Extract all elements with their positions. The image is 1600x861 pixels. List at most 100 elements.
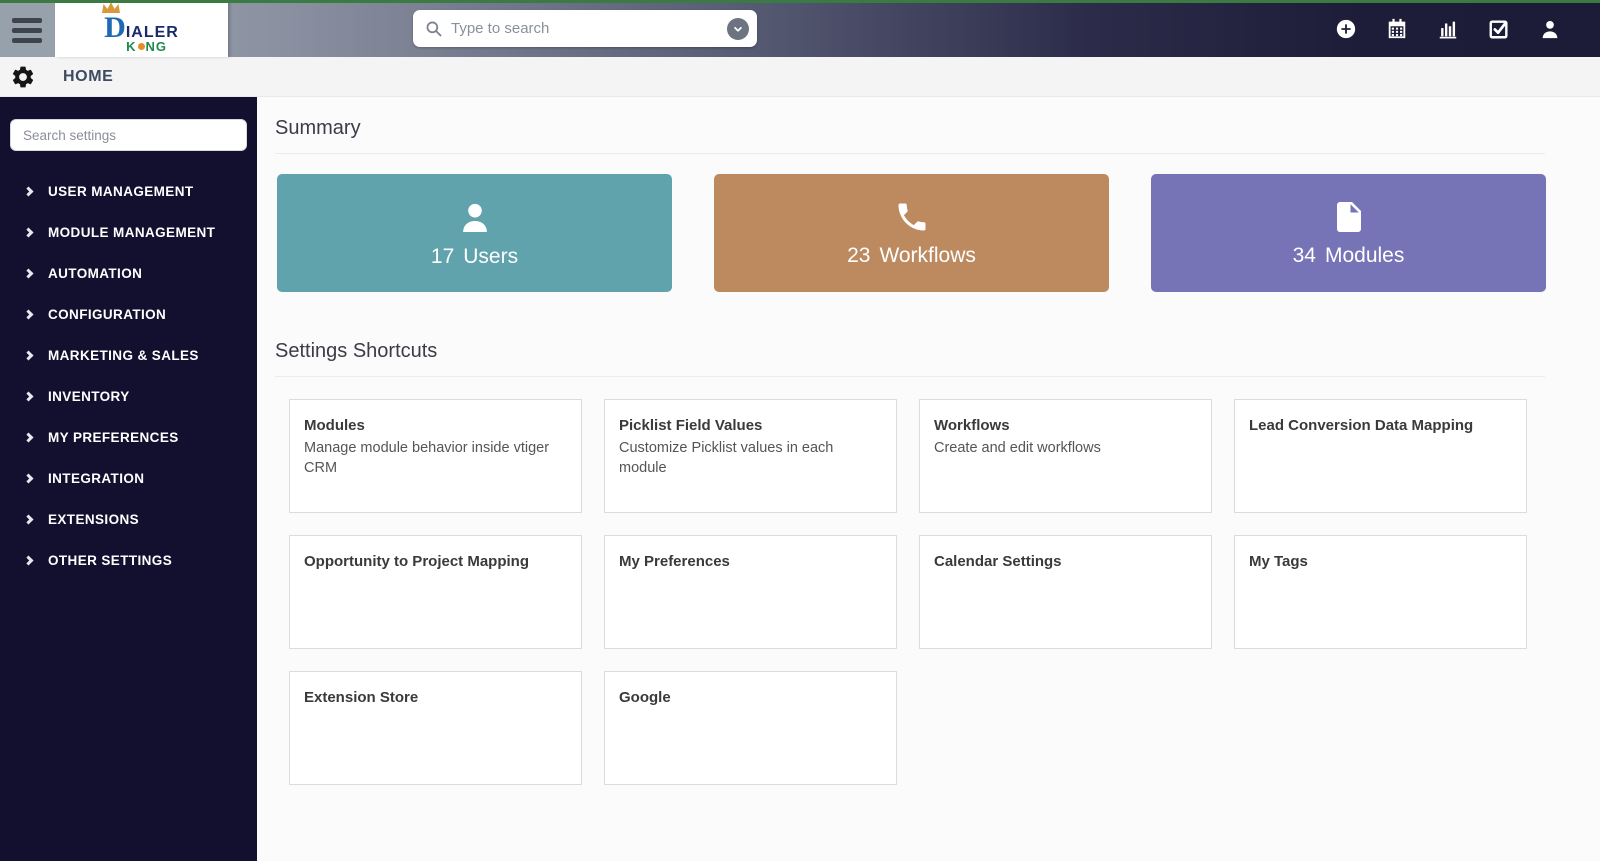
add-icon [1335, 18, 1357, 40]
chevron-down-icon [731, 22, 745, 36]
chart-icon [1437, 18, 1459, 40]
users-label: Users [463, 245, 518, 269]
chevron-right-icon [24, 228, 34, 238]
workflows-label: Workflows [879, 244, 975, 268]
shortcut-title: Lead Conversion Data Mapping [1249, 417, 1512, 434]
shortcut-card-calendar-settings[interactable]: Calendar Settings [919, 535, 1212, 649]
users-summary-label: 17 Users [431, 245, 518, 269]
shortcut-card-modules[interactable]: Modules Manage module behavior inside vt… [289, 399, 582, 513]
logo-letter-d: D [104, 13, 126, 43]
workflows-summary-label: 23 Workflows [847, 244, 976, 268]
breadcrumb-home[interactable]: HOME [63, 68, 113, 86]
user-icon [456, 198, 494, 236]
sidebar-item-label: CONFIGURATION [48, 307, 166, 322]
shortcut-title: Opportunity to Project Mapping [304, 553, 567, 570]
modules-label: Modules [1325, 244, 1404, 268]
shortcut-title: Google [619, 689, 882, 706]
hamburger-menu-icon[interactable] [0, 3, 54, 57]
shortcut-card-my-preferences[interactable]: My Preferences [604, 535, 897, 649]
main-content: Summary 17 Users 23 Workflo [257, 97, 1600, 861]
user-icon [1539, 18, 1561, 40]
breadcrumb-bar: HOME [0, 57, 1600, 97]
tasks-button[interactable] [1487, 17, 1511, 41]
sidebar-item-label: MODULE MANAGEMENT [48, 225, 215, 240]
chevron-right-icon [24, 556, 34, 566]
workflows-summary-card[interactable]: 23 Workflows [714, 174, 1109, 292]
modules-summary-card[interactable]: 34 Modules [1151, 174, 1546, 292]
sidebar-item-inventory[interactable]: INVENTORY [0, 376, 257, 417]
sidebar-item-my-preferences[interactable]: MY PREFERENCES [0, 417, 257, 458]
summary-heading: Summary [275, 117, 1582, 140]
sidebar-item-label: INVENTORY [48, 389, 130, 404]
workflows-count: 23 [847, 244, 870, 268]
shortcut-title: Picklist Field Values [619, 417, 882, 434]
tasks-icon [1488, 18, 1510, 40]
file-icon [1331, 199, 1367, 235]
quick-create-button[interactable] [1334, 17, 1358, 41]
chevron-right-icon [24, 515, 34, 525]
shortcut-title: Extension Store [304, 689, 567, 706]
global-search [413, 10, 757, 47]
search-input[interactable] [451, 20, 727, 37]
gear-icon [10, 64, 36, 90]
shortcuts-heading: Settings Shortcuts [275, 340, 1582, 363]
settings-menu: USER MANAGEMENT MODULE MANAGEMENT AUTOMA… [0, 171, 257, 581]
brand-logo[interactable]: DIALER KNG [55, 0, 228, 57]
shortcut-card-opportunity-to-project-mapping[interactable]: Opportunity to Project Mapping [289, 535, 582, 649]
shortcut-card-my-tags[interactable]: My Tags [1234, 535, 1527, 649]
profile-button[interactable] [1538, 17, 1562, 41]
shortcut-card-google[interactable]: Google [604, 671, 897, 785]
summary-cards: 17 Users 23 Workflows 34 [277, 174, 1582, 292]
divider [275, 153, 1545, 154]
logo-text-ng: NG [146, 40, 168, 53]
shortcut-card-picklist-field-values[interactable]: Picklist Field Values Customize Picklist… [604, 399, 897, 513]
shortcut-title: Workflows [934, 417, 1197, 434]
top-accent-strip [0, 0, 1600, 3]
shortcut-title: Calendar Settings [934, 553, 1197, 570]
calendar-button[interactable] [1385, 17, 1409, 41]
logo-text-k: K [126, 40, 136, 53]
top-bar: DIALER KNG [0, 0, 1600, 57]
chevron-right-icon [24, 392, 34, 402]
shortcut-title: My Tags [1249, 553, 1512, 570]
shortcut-desc: Customize Picklist values in each module [619, 439, 882, 478]
shortcut-desc: Create and edit workflows [934, 439, 1197, 459]
shortcut-card-lead-conversion-data-mapping[interactable]: Lead Conversion Data Mapping [1234, 399, 1527, 513]
sidebar-item-user-management[interactable]: USER MANAGEMENT [0, 171, 257, 212]
sidebar-item-configuration[interactable]: CONFIGURATION [0, 294, 257, 335]
users-count: 17 [431, 245, 454, 269]
settings-search-input[interactable] [10, 119, 247, 151]
chevron-right-icon [24, 433, 34, 443]
sidebar-item-label: AUTOMATION [48, 266, 142, 281]
modules-count: 34 [1293, 244, 1316, 268]
calendar-icon [1386, 18, 1408, 40]
settings-gear-button[interactable] [10, 64, 36, 90]
sidebar-item-label: USER MANAGEMENT [48, 184, 194, 199]
sidebar-item-other-settings[interactable]: OTHER SETTINGS [0, 540, 257, 581]
reports-button[interactable] [1436, 17, 1460, 41]
sidebar-item-automation[interactable]: AUTOMATION [0, 253, 257, 294]
shortcut-card-extension-store[interactable]: Extension Store [289, 671, 582, 785]
sidebar-item-module-management[interactable]: MODULE MANAGEMENT [0, 212, 257, 253]
sidebar-item-label: OTHER SETTINGS [48, 553, 172, 568]
sidebar-item-label: EXTENSIONS [48, 512, 139, 527]
divider [275, 376, 1545, 377]
sidebar-item-label: MARKETING & SALES [48, 348, 199, 363]
chevron-right-icon [24, 474, 34, 484]
shortcut-card-workflows[interactable]: Workflows Create and edit workflows [919, 399, 1212, 513]
sidebar-item-marketing-sales[interactable]: MARKETING & SALES [0, 335, 257, 376]
shortcut-cards: Modules Manage module behavior inside vt… [289, 399, 1529, 785]
search-scope-dropdown[interactable] [727, 18, 749, 40]
topbar-icon-group [1334, 0, 1562, 57]
sidebar-item-integration[interactable]: INTEGRATION [0, 458, 257, 499]
phone-icon [894, 199, 930, 235]
chevron-right-icon [24, 269, 34, 279]
shortcut-title: My Preferences [619, 553, 882, 570]
chevron-right-icon [24, 310, 34, 320]
settings-shortcuts-section: Settings Shortcuts Modules Manage module… [275, 340, 1582, 785]
sidebar-item-extensions[interactable]: EXTENSIONS [0, 499, 257, 540]
dialer-king-logo: DIALER KNG [104, 5, 179, 53]
logo-dot-icon [138, 43, 145, 50]
chevron-right-icon [24, 351, 34, 361]
users-summary-card[interactable]: 17 Users [277, 174, 672, 292]
